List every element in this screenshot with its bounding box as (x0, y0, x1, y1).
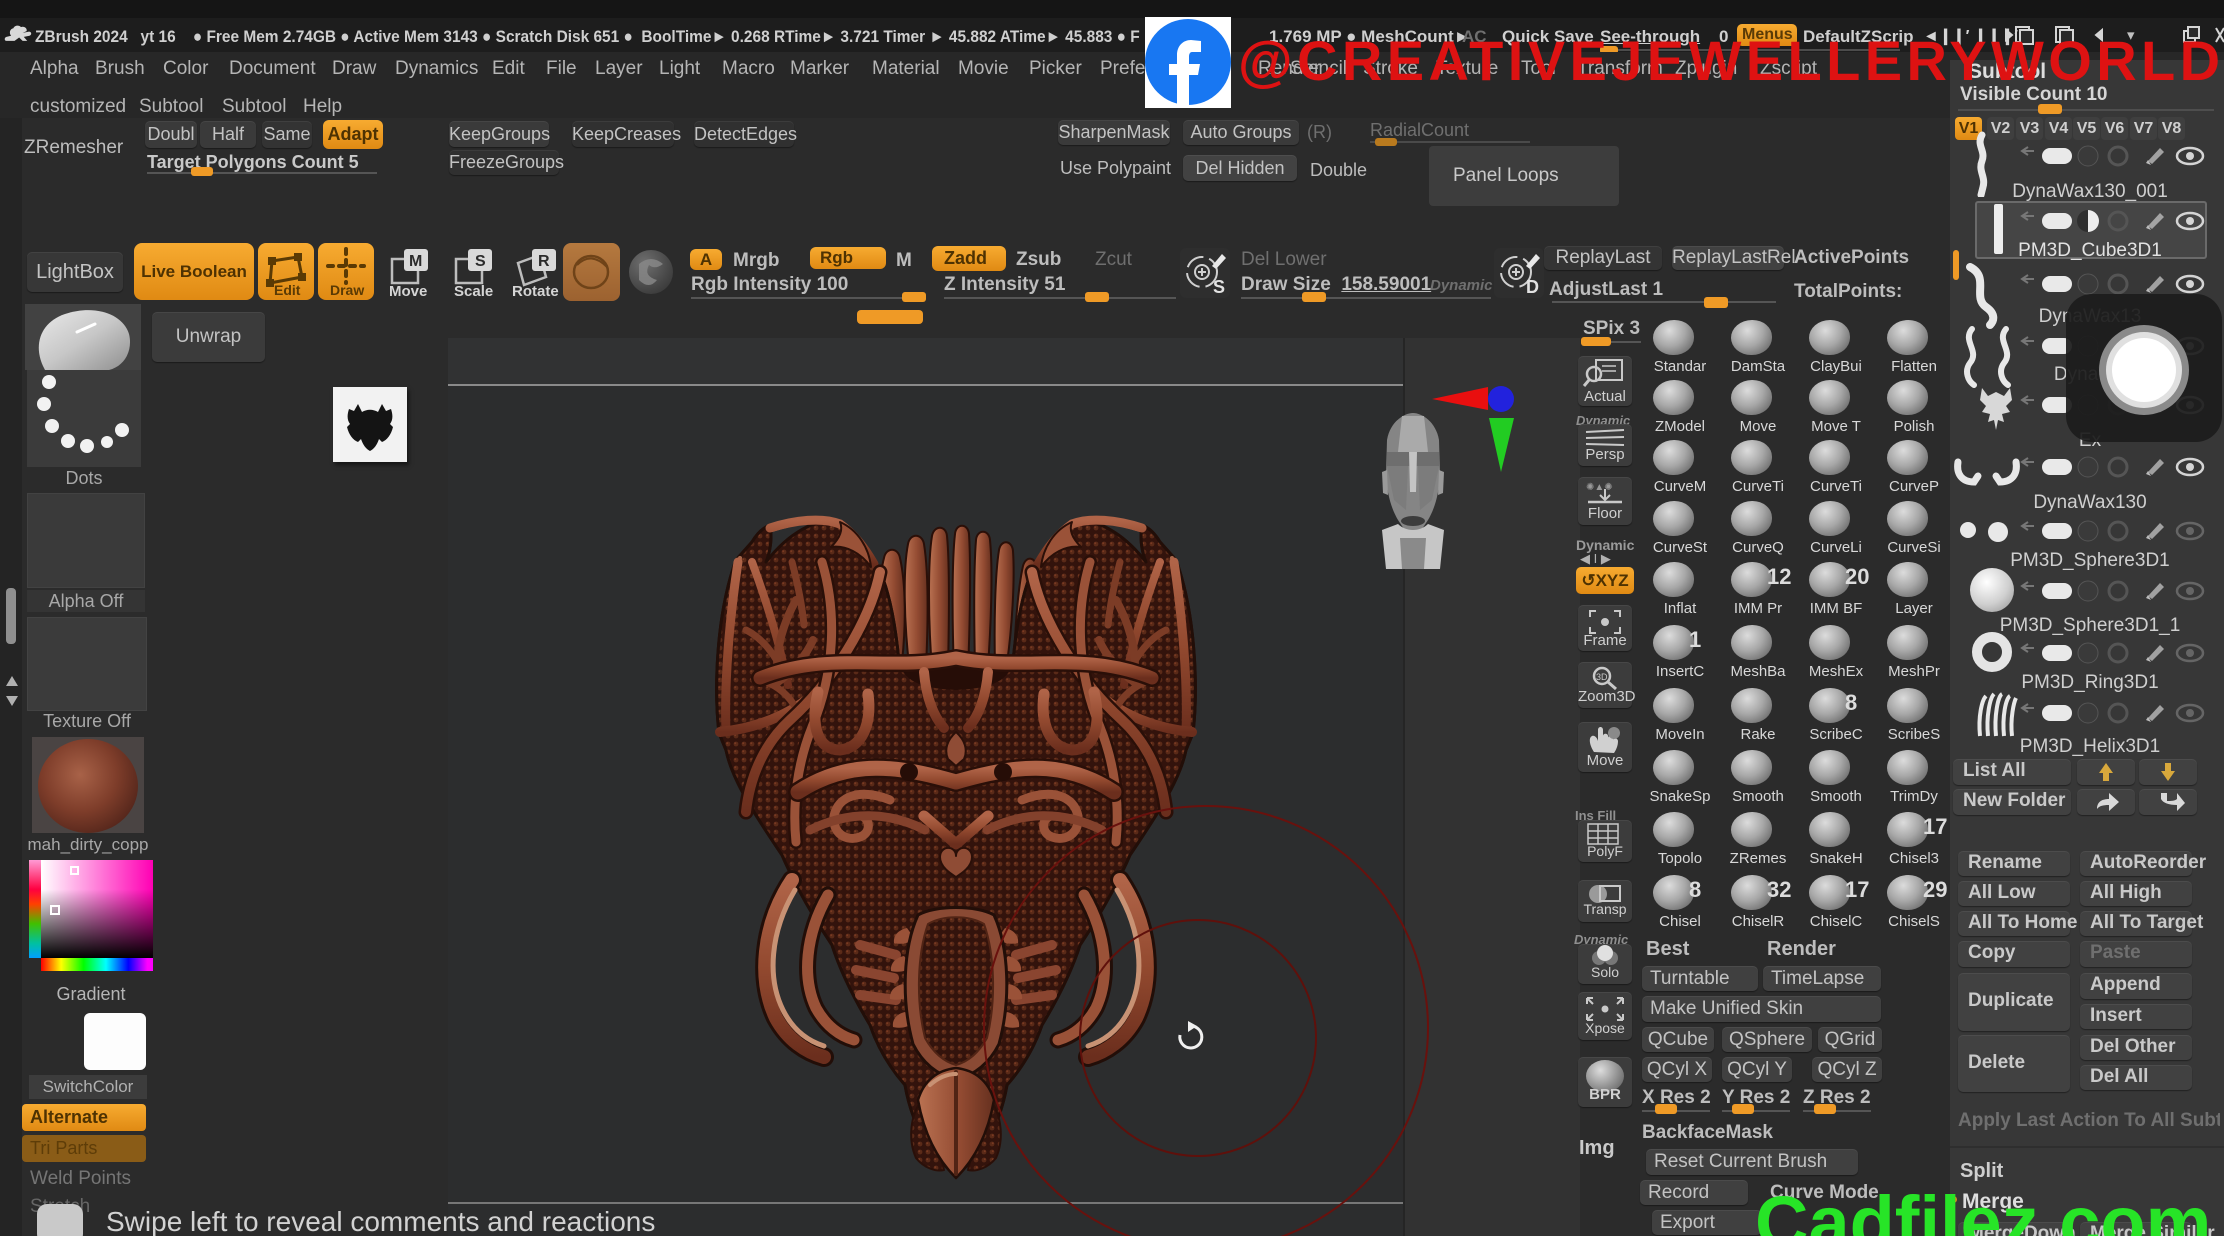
svg-text:R: R (538, 253, 550, 270)
svg-text:Edit: Edit (274, 282, 301, 298)
svg-text:Rotate: Rotate (512, 283, 559, 297)
svg-text:✺▲✺: ✺▲✺ (1586, 482, 1613, 493)
svg-text:S: S (1213, 277, 1225, 297)
svg-text:M: M (409, 253, 422, 270)
svg-text:D: D (1526, 277, 1539, 297)
svg-text:Scale: Scale (454, 283, 493, 297)
svg-text:3D: 3D (1596, 672, 1608, 682)
svg-text:Draw: Draw (330, 282, 364, 298)
svg-text:S: S (475, 253, 486, 270)
svg-text:Move: Move (389, 283, 427, 297)
